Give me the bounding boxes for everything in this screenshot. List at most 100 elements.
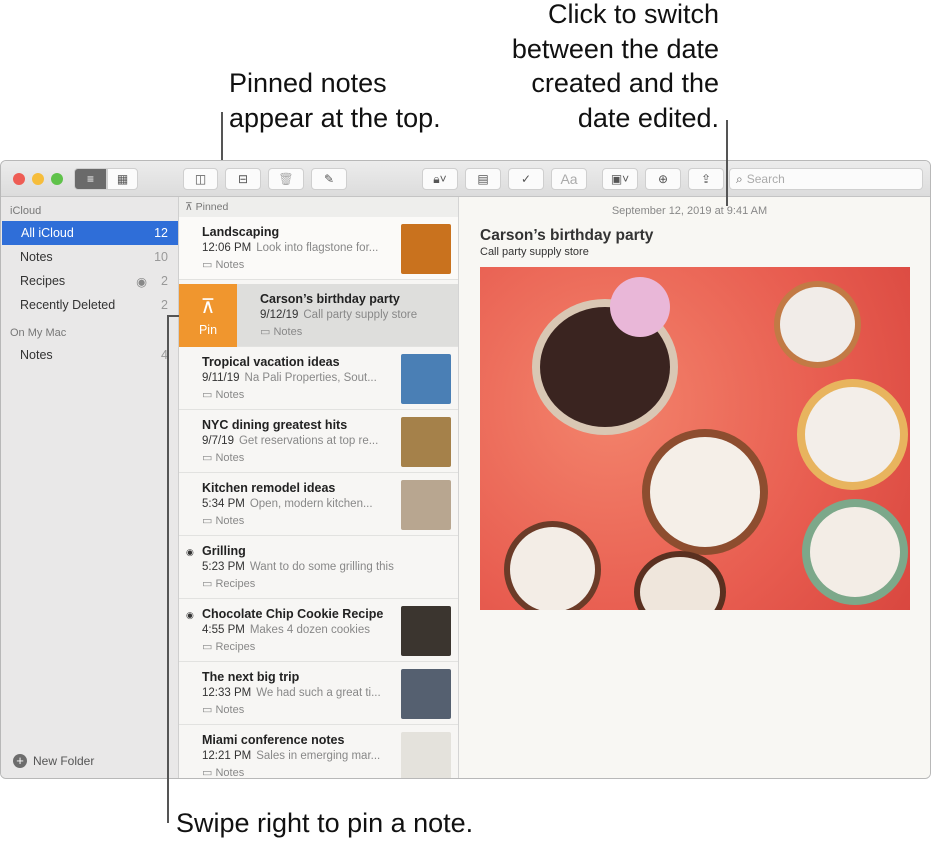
trash-icon[interactable]: 🗑︎ — [268, 168, 304, 190]
callout-pinned: Pinned notes appear at the top. — [229, 66, 441, 135]
search-input[interactable]: ⌕ Search — [729, 168, 923, 190]
pin-icon: ⊼ — [185, 201, 196, 213]
note-folder: Recipes — [215, 578, 256, 590]
sidebar-item-count: 2 — [161, 274, 168, 288]
sidebar-item-all-icloud[interactable]: All iCloud 12 — [2, 221, 178, 245]
note-thumbnail — [401, 732, 451, 778]
folder-icon: ▭ — [202, 767, 216, 779]
sidebar-item-count: 12 — [154, 226, 168, 240]
note-thumbnail — [401, 224, 451, 274]
section-header-mac: On My Mac — [10, 327, 67, 339]
note-list-item[interactable]: ◉ Chocolate Chip Cookie Recipe 4:55 PM Make… — [179, 599, 458, 662]
note-time: 4:55 PM — [202, 624, 245, 636]
note-preview: Makes 4 dozen cookies — [249, 624, 371, 636]
list-view-button[interactable]: ≡ — [74, 168, 107, 190]
pin-icon: ⊼ — [200, 296, 216, 318]
note-date[interactable]: September 12, 2019 at 9:41 AM — [459, 205, 930, 217]
sidebar-item-recently-deleted[interactable]: Recently Deleted 2 — [1, 293, 178, 317]
note-folder: Notes — [215, 259, 245, 271]
note-preview: Na Pali Properties, Sout... — [244, 372, 377, 384]
note-list-item[interactable]: The next big trip 12:33 PM We had such a g… — [179, 662, 458, 725]
sidebar-item-recipes[interactable]: Recipes ◉ 2 — [1, 269, 178, 293]
note-time: 9/11/19 — [202, 372, 240, 384]
sidebar-item-notes[interactable]: Notes 4 — [1, 343, 178, 367]
callout-text: created and the — [531, 68, 719, 98]
lock-icon[interactable]: 🔒︎˅ — [422, 168, 458, 190]
note-title: Grilling — [202, 544, 246, 558]
note-preview: Sales in emerging mar... — [256, 750, 381, 762]
folder-icon: ▭ — [260, 326, 274, 338]
callout-swipe: Swipe right to pin a note. — [176, 808, 474, 838]
folder-icon: ▭ — [202, 452, 216, 464]
note-folder: Notes — [215, 452, 245, 464]
note-time: 5:23 PM — [202, 561, 245, 573]
sidebar-item-label: Notes — [20, 348, 53, 362]
note-title: Carson’s birthday party — [480, 227, 654, 244]
share-icon[interactable]: ⇪ — [688, 168, 724, 190]
sidebar-toggle-icon[interactable]: ◫ — [183, 168, 218, 190]
folder-icon: ▭ — [202, 389, 216, 401]
collaborate-icon[interactable]: ⊕ — [645, 168, 681, 190]
checklist-icon[interactable]: ✓ — [508, 168, 544, 190]
note-time: 12:33 PM — [202, 687, 252, 699]
callout-text: between the date — [511, 33, 719, 64]
note-title: Tropical vacation ideas — [202, 355, 340, 369]
note-title: Miami conference notes — [202, 733, 345, 747]
note-list-item[interactable]: Tropical vacation ideas 9/11/19 Na Pali Pr… — [179, 347, 458, 410]
note-editor[interactable]: September 12, 2019 at 9:41 AM Carson’s b… — [459, 197, 930, 778]
search-icon: ⌕ — [736, 171, 743, 186]
note-title: Landscaping — [202, 225, 280, 239]
folder-icon: ▭ — [202, 515, 216, 527]
callout-line — [167, 315, 179, 317]
note-preview: Get reservations at top re... — [238, 435, 379, 447]
pin-button[interactable]: ⊼ Pin — [179, 284, 237, 347]
folder-icon: ▭ — [202, 578, 216, 590]
note-title: Kitchen remodel ideas — [202, 481, 336, 495]
note-folder: Recipes — [215, 641, 256, 653]
note-time: 9/12/19 — [260, 309, 299, 321]
callout-text: Pinned notes — [229, 68, 387, 98]
folder-icon: ▭ — [202, 641, 216, 653]
note-preview: Want to do some grilling this wee... — [249, 561, 397, 573]
sidebar-item-notes[interactable]: Notes 10 — [1, 245, 178, 269]
cupcakes-photo — [480, 267, 910, 610]
pin-label: Pin — [198, 323, 218, 337]
note-folder: Notes — [215, 515, 245, 527]
note-list-item[interactable]: Miami conference notes 12:21 PM Sales in e… — [179, 725, 458, 779]
callout-date: Click to switch between the date created… — [512, 0, 719, 135]
note-preview: Look into flagstone for... — [256, 242, 379, 254]
note-title: Carson’s birthday party — [260, 292, 400, 306]
minimize-button[interactable] — [32, 173, 44, 185]
format-button[interactable]: Aa — [551, 168, 587, 190]
note-thumbnail — [401, 669, 451, 719]
attachments-icon[interactable]: ⊟ — [225, 168, 261, 190]
note-thumbnail — [401, 606, 451, 656]
zoom-button[interactable] — [51, 173, 63, 185]
note-list-item[interactable]: ◉ Grilling 5:23 PM Want to do some grilling… — [179, 536, 458, 599]
note-thumbnail — [401, 354, 451, 404]
gallery-view-button[interactable]: ▦ — [107, 168, 138, 190]
note-folder: Notes — [273, 326, 303, 338]
sidebar-item-count: 2 — [161, 298, 168, 312]
sidebar-item-label: Recently Deleted — [20, 298, 116, 312]
note-title: NYC dining greatest hits — [202, 418, 348, 432]
callout-text: date edited. — [577, 102, 719, 133]
table-icon[interactable]: ▤ — [465, 168, 501, 190]
media-icon[interactable]: ▣˅ — [602, 168, 638, 190]
compose-icon[interactable]: ✎ — [311, 168, 347, 190]
sidebar-item-label: All iCloud — [21, 226, 74, 240]
sidebar: iCloud All iCloud 12 Notes 10 Recipes ◉ 2 Recen… — [1, 197, 179, 778]
note-list-item[interactable]: ⊼ Pin Carson’s birthday party 9/12/19 Call p… — [179, 284, 458, 347]
note-list-item[interactable]: Kitchen remodel ideas 5:34 PM Open, modern… — [179, 473, 458, 536]
note-preview: Open, modern kitchen... — [249, 498, 373, 510]
note-list-item[interactable]: Landscaping 12:06 PM Look into flagstone f… — [179, 217, 458, 280]
sidebar-item-label: Notes — [20, 250, 53, 264]
toolbar: ≡ ▦ ◫ ⊟ 🗑︎ ✎ 🔒︎˅ ▤ ✓ Aa ▣˅ ⊕ ⇪ ⌕ Search — [1, 161, 930, 197]
close-button[interactable] — [13, 173, 25, 185]
section-header-icloud: iCloud — [10, 205, 42, 217]
note-time: 12:21 PM — [202, 750, 252, 762]
new-folder-label: New Folder — [33, 754, 95, 768]
folder-icon: ▭ — [202, 704, 216, 716]
new-folder-button[interactable]: + New Folder — [13, 754, 94, 768]
note-list-item[interactable]: NYC dining greatest hits 9/7/19 Get reserv… — [179, 410, 458, 473]
